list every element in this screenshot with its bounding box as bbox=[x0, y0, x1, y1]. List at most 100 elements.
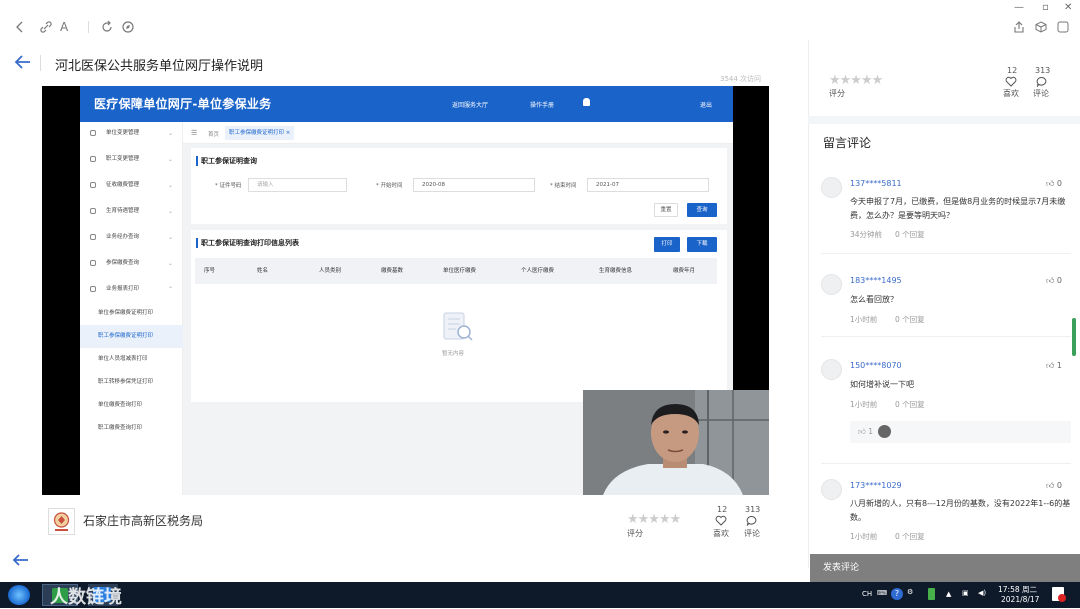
post-comment-button[interactable]: 发表评论 bbox=[810, 554, 1080, 582]
rating-stars[interactable]: ★★★★★ bbox=[627, 512, 681, 527]
rating-stars-right[interactable]: ★★★★★ bbox=[829, 73, 883, 88]
ime-indicator[interactable]: CH bbox=[862, 590, 872, 598]
sidebar-item-label: 单位变更管理 bbox=[106, 130, 140, 136]
comment-like[interactable]: 👍︎ 0 bbox=[1046, 481, 1062, 491]
menu-icon bbox=[90, 156, 96, 162]
sidebar-item-label: 业务报表打印 bbox=[106, 286, 140, 292]
menu-icon bbox=[90, 260, 96, 266]
minimize-icon[interactable]: — bbox=[1014, 2, 1024, 13]
font-size-icon[interactable]: A bbox=[60, 19, 76, 35]
likes-label: 喜欢 bbox=[713, 529, 729, 538]
menu-icon bbox=[90, 208, 96, 214]
comment-replies[interactable]: 0 个回复 bbox=[895, 314, 925, 325]
thumbs-up-icon: 👍︎ bbox=[1046, 361, 1055, 370]
close-icon[interactable]: ✕ bbox=[1064, 2, 1072, 13]
settings-icon[interactable]: ⚙ bbox=[907, 588, 913, 596]
chevron-down-icon: ⌄ bbox=[167, 208, 173, 215]
sidebar-sub-item: 单位参保缴费证明打印 bbox=[98, 310, 154, 316]
page-title: 河北医保公共服务单位网厅操作说明 bbox=[55, 59, 264, 74]
comment-icon-right[interactable] bbox=[1036, 76, 1048, 87]
end-date-input: 2021-07 bbox=[587, 178, 709, 192]
table-header: 序号 姓名 人员类别 缴费基数 单位医疗缴费 个人医疗缴费 生育缴费信息 缴费年… bbox=[195, 258, 717, 284]
comment-user[interactable]: 183****1495 bbox=[850, 276, 902, 285]
user-icon bbox=[583, 98, 590, 106]
comment-replies[interactable]: 0 个回复 bbox=[895, 531, 925, 542]
comment-like[interactable]: 👍︎ 0 bbox=[1046, 179, 1062, 189]
comment-like[interactable]: 👍︎ 0 bbox=[1046, 276, 1062, 286]
compass-icon[interactable] bbox=[120, 19, 136, 35]
query-title: 职工参保证明查询 bbox=[196, 156, 257, 166]
share-icon[interactable] bbox=[1012, 20, 1028, 36]
sidebar-item-maternity: 生育待遇管理 ⌄ bbox=[80, 200, 183, 223]
volume-icon[interactable]: ◀) bbox=[978, 589, 986, 597]
sidebar-item-query: 业务经办查询 ⌄ bbox=[80, 226, 183, 249]
start-button[interactable] bbox=[8, 585, 30, 605]
end-label: * 结束时间 bbox=[550, 183, 577, 189]
help-icon[interactable]: ? bbox=[891, 588, 903, 600]
likes-label-right: 喜欢 bbox=[1003, 89, 1019, 98]
download-button: 下载 bbox=[687, 237, 717, 252]
likes-count-right: 12 bbox=[1007, 66, 1018, 75]
menu-icon bbox=[90, 130, 96, 136]
comment-icon[interactable] bbox=[746, 515, 758, 526]
watermark: 人数链境 bbox=[50, 587, 122, 608]
column-header: 人员类别 bbox=[319, 268, 342, 274]
clock-date[interactable]: 2021/8/17 bbox=[1001, 595, 1039, 604]
restore-icon[interactable]: ▫ bbox=[1042, 2, 1049, 13]
breadcrumb-home: 首页 bbox=[208, 132, 220, 138]
tray-arrow-icon[interactable]: ▲ bbox=[946, 590, 951, 598]
taskbar: 人数链境 CH ⌨ ? ⚙ ▲ ▣ ◀) 17:58 周二 2021/8/17 bbox=[0, 582, 1080, 608]
chevron-down-icon: ⌄ bbox=[167, 234, 173, 241]
comment-replies[interactable]: 0 个回复 bbox=[895, 229, 925, 240]
favorite-box-icon[interactable] bbox=[1056, 20, 1072, 36]
comments-title: 留言评论 bbox=[823, 136, 872, 150]
link-icon[interactable] bbox=[38, 19, 54, 35]
network-icon[interactable]: ▣ bbox=[962, 589, 969, 597]
chevron-down-icon: ⌄ bbox=[167, 156, 173, 163]
reset-button: 重置 bbox=[654, 203, 678, 217]
comment-user[interactable]: 173****1029 bbox=[850, 481, 902, 490]
sidebar-item-staff-change: 职工变更管理 ⌄ bbox=[80, 148, 183, 171]
sidebar-item-label: 征收缴费管理 bbox=[106, 182, 140, 188]
back-arrow-icon[interactable] bbox=[14, 54, 32, 70]
webcam-overlay bbox=[583, 390, 769, 495]
start-date-input: 2020-08 bbox=[413, 178, 535, 192]
browser-toolbar: A — ▫ ✕ bbox=[0, 0, 1080, 40]
refresh-icon[interactable] bbox=[99, 19, 115, 35]
sidebar-item-label: 参保缴费查询 bbox=[106, 260, 140, 266]
visit-count: 3544 次访问 bbox=[720, 75, 762, 83]
rating-label-right: 评分 bbox=[829, 89, 845, 98]
comment-divider bbox=[821, 253, 1071, 254]
sidebar-item-payment-query: 参保缴费查询 ⌄ bbox=[80, 252, 183, 275]
query-panel: 职工参保证明查询 * 证件号码 请输入 * 开始时间 2020-08 * 结束时… bbox=[191, 148, 727, 224]
thumbs-up-icon: 👍︎ bbox=[1046, 276, 1055, 285]
back-icon[interactable] bbox=[12, 19, 28, 35]
chevron-down-icon: ⌄ bbox=[167, 182, 173, 189]
notification-icon[interactable] bbox=[1052, 587, 1066, 602]
rating-label: 评分 bbox=[627, 529, 643, 538]
scrollbar-thumb[interactable] bbox=[1072, 318, 1076, 356]
org-name[interactable]: 石家庄市高新区税务局 bbox=[83, 512, 203, 529]
clock-time[interactable]: 17:58 周二 bbox=[998, 584, 1037, 595]
toolbar-divider bbox=[88, 21, 89, 33]
keyboard-icon[interactable]: ⌨ bbox=[877, 589, 887, 597]
heart-icon-right[interactable] bbox=[1005, 76, 1017, 87]
id-label: * 证件号码 bbox=[215, 183, 242, 189]
comment-like[interactable]: 👍︎ 1 bbox=[1046, 361, 1062, 371]
column-header: 序号 bbox=[204, 268, 216, 274]
thumbs-up-icon: 👍︎ bbox=[858, 427, 866, 436]
comment-item: 137****5811 👍︎ 0 今天申报了7月，已缴费，但是做8月业务的时候显… bbox=[821, 175, 1071, 245]
cube-icon[interactable] bbox=[1034, 20, 1050, 36]
comments-count-right: 313 bbox=[1035, 66, 1051, 75]
back-arrow-bottom-icon[interactable] bbox=[12, 553, 30, 567]
battery-icon[interactable] bbox=[928, 588, 935, 600]
comment-user[interactable]: 150****8070 bbox=[850, 361, 902, 370]
comment-text: 今天申报了7月，已缴费，但是做8月业务的时候显示7月未缴费，怎么办？是要等明天吗… bbox=[850, 197, 1066, 220]
comment-replies[interactable]: 0 个回复 bbox=[895, 399, 925, 410]
sub-reply-box: 👍︎ 1 bbox=[850, 421, 1071, 443]
heart-icon[interactable] bbox=[715, 515, 727, 526]
comment-user[interactable]: 137****5811 bbox=[850, 179, 902, 188]
panel-divider bbox=[808, 116, 1080, 124]
comment-text: 怎么看回放？ bbox=[850, 295, 898, 304]
sidebar-item-label: 职工变更管理 bbox=[106, 156, 140, 162]
